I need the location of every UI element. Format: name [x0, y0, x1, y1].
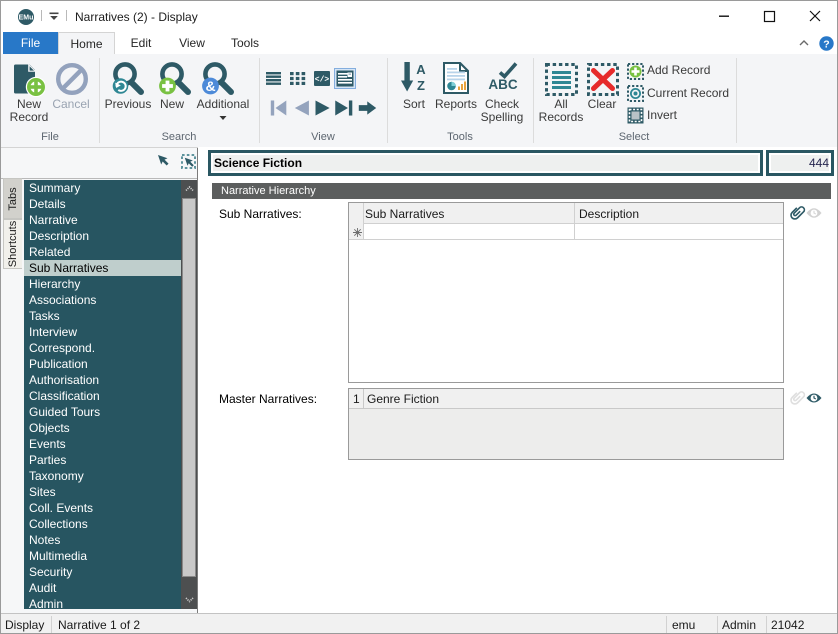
svg-text:EMu: EMu	[19, 15, 34, 22]
svg-text:?: ?	[823, 38, 829, 50]
svg-text:</>: </>	[315, 76, 330, 85]
svg-text:Z: Z	[417, 78, 425, 93]
svg-text:A: A	[416, 62, 426, 77]
svg-text:ABC: ABC	[488, 77, 517, 91]
svg-text:&: &	[205, 78, 215, 94]
